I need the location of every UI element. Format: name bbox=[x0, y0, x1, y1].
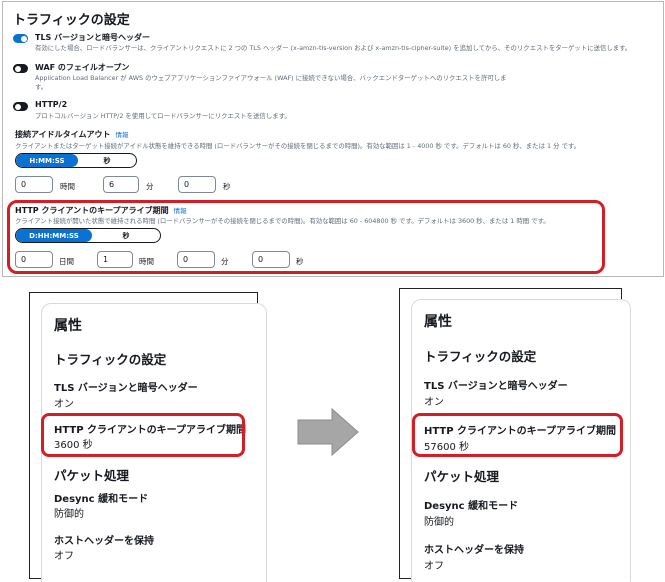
tls-value: オン bbox=[424, 397, 444, 408]
tls-key: TLS バージョンと暗号ヘッダー bbox=[424, 381, 568, 392]
idle-minutes-input[interactable] bbox=[103, 176, 139, 193]
idle-hours-input[interactable] bbox=[15, 176, 53, 193]
idle-hours-unit: 時間 bbox=[60, 182, 75, 191]
host-header-key: ホストヘッダーを保持 bbox=[424, 545, 524, 556]
attributes-title: 属性 bbox=[424, 314, 452, 330]
attributes-card-after: 属性 トラフィックの設定 TLS バージョンと暗号ヘッダー オン HTTP クラ… bbox=[399, 288, 631, 582]
http2-label: HTTP/2 bbox=[35, 100, 68, 109]
idle-timeout-desc: クライアントまたはターゲット接続がアイドル状態を維持できる時間 (ロードバランサ… bbox=[15, 142, 581, 150]
waf-label: WAF のフェイルオープン bbox=[35, 63, 130, 72]
desync-key: Desync 緩和モード bbox=[54, 494, 149, 505]
right-arrow-icon bbox=[297, 407, 359, 457]
keepalive-highlight-after bbox=[412, 413, 623, 457]
tls-label: TLS バージョンと暗号ヘッダー bbox=[35, 33, 150, 42]
panel-title: トラフィックの設定 bbox=[13, 13, 130, 28]
idle-format-hms[interactable]: H:MM:SS bbox=[16, 154, 78, 167]
traffic-settings-panel: トラフィックの設定 TLS バージョンと暗号ヘッダー 有効にした場合、ロードバラ… bbox=[2, 1, 664, 277]
desync-value: 防御的 bbox=[54, 509, 84, 520]
desync-value: 防御的 bbox=[424, 517, 454, 528]
waf-desc-line1: Application Load Balancer が AWS のウェブアプリケ… bbox=[35, 74, 507, 82]
tls-value: オン bbox=[54, 399, 74, 410]
tls-desc: 有効にした場合、ロードバランサーは、クライアントリクエストに 2 つの TLS … bbox=[35, 44, 632, 52]
packet-section-title: パケット処理 bbox=[54, 468, 130, 483]
attributes-title: 属性 bbox=[54, 318, 82, 334]
idle-seconds-unit: 秒 bbox=[223, 182, 231, 191]
traffic-section-title: トラフィックの設定 bbox=[424, 349, 537, 364]
idle-timeout-label: 接続アイドルタイムアウト 情報 bbox=[15, 129, 128, 140]
packet-section-title: パケット処理 bbox=[424, 469, 500, 484]
keepalive-highlight-before bbox=[41, 413, 245, 457]
waf-desc-line2: す。 bbox=[35, 83, 48, 91]
tls-key: TLS バージョンと暗号ヘッダー bbox=[54, 383, 198, 394]
idle-timeout-label-text: 接続アイドルタイムアウト bbox=[15, 130, 111, 139]
host-header-value: オフ bbox=[424, 561, 444, 572]
http2-toggle[interactable] bbox=[13, 102, 28, 111]
host-header-value: オフ bbox=[54, 551, 74, 562]
traffic-section-title: トラフィックの設定 bbox=[54, 352, 167, 367]
idle-format-toggle: H:MM:SS 秒 bbox=[15, 153, 137, 168]
desync-key: Desync 緩和モード bbox=[424, 501, 519, 512]
keepalive-highlight bbox=[7, 200, 605, 274]
idle-seconds-input[interactable] bbox=[178, 176, 216, 193]
waf-toggle[interactable] bbox=[13, 64, 28, 73]
attributes-card-before: 属性 トラフィックの設定 TLS バージョンと暗号ヘッダー オン HTTP クラ… bbox=[29, 292, 267, 582]
idle-minutes-unit: 分 bbox=[146, 182, 154, 191]
http2-desc: プロトコルバージョン HTTP/2 を使用してロードバランサーにリクエストを送信… bbox=[35, 112, 291, 120]
idle-format-seconds[interactable]: 秒 bbox=[78, 154, 136, 167]
host-header-key: ホストヘッダーを保持 bbox=[54, 536, 154, 547]
idle-timeout-info-link[interactable]: 情報 bbox=[115, 131, 128, 139]
tls-toggle[interactable] bbox=[13, 34, 28, 43]
